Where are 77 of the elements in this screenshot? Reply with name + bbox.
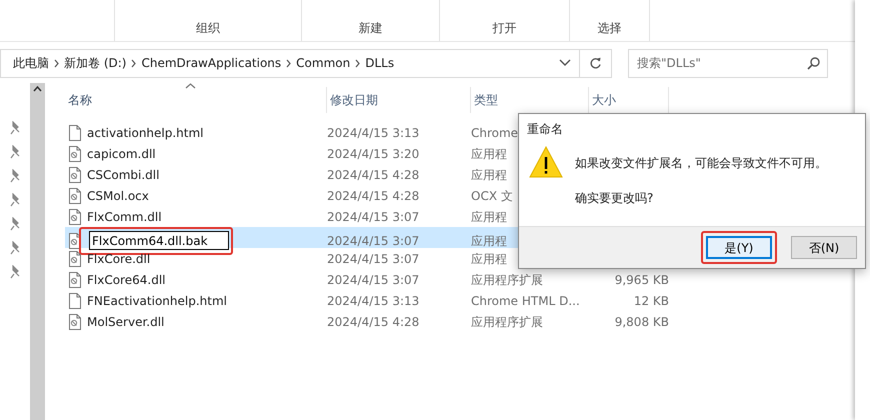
file-type: Chrome bbox=[471, 124, 518, 142]
rename-field[interactable]: FlxComm64.dll.bak bbox=[89, 231, 229, 250]
file-type: OCX 文 bbox=[471, 188, 513, 204]
file-name: FlxComm.dll bbox=[87, 208, 162, 226]
ribbon-group-label: 选择 bbox=[598, 20, 622, 37]
file-name: MolServer.dll bbox=[87, 314, 164, 330]
breadcrumb[interactable]: ChemDrawApplications bbox=[137, 54, 286, 72]
modified-date: 2024/4/15 3:07 bbox=[327, 250, 420, 268]
warning-icon bbox=[529, 146, 563, 178]
pin-icon[interactable] bbox=[10, 265, 20, 281]
pin-icon[interactable] bbox=[10, 145, 20, 161]
pin-icon[interactable] bbox=[10, 121, 20, 137]
column-header[interactable]: 类型 bbox=[474, 91, 498, 109]
file-type: 应用程 bbox=[471, 208, 507, 226]
pin-icon[interactable] bbox=[10, 217, 20, 233]
modified-date: 2024/4/15 3:13 bbox=[327, 292, 420, 310]
pin-icon[interactable] bbox=[10, 241, 20, 257]
modified-date: 2024/4/15 4:28 bbox=[327, 188, 420, 204]
file-size: 9,808 KB bbox=[614, 314, 669, 330]
refresh-button[interactable] bbox=[580, 48, 612, 78]
dialog-title: 重命名 bbox=[527, 122, 563, 136]
modified-date: 2024/4/15 4:28 bbox=[327, 166, 420, 184]
file-name: FlxCore64.dll bbox=[87, 272, 166, 288]
chevron-right-icon bbox=[354, 58, 362, 68]
file-size: 9,965 KB bbox=[614, 272, 669, 288]
pin-icon[interactable] bbox=[10, 193, 20, 209]
pin-icon[interactable] bbox=[10, 169, 20, 185]
file-row[interactable]: FlxComm.dll 2024/4/15 3:07 应用程 bbox=[65, 206, 845, 227]
dialog-message: 如果改变文件扩展名，可能会导致文件不可用。 bbox=[575, 155, 827, 172]
document-icon bbox=[68, 124, 82, 140]
refresh-icon bbox=[589, 56, 602, 70]
dropdown-icon[interactable] bbox=[559, 59, 571, 67]
document-icon bbox=[68, 292, 82, 308]
modified-date: 2024/4/15 4:28 bbox=[327, 314, 420, 330]
file-name: capicom.dll bbox=[87, 146, 156, 162]
breadcrumb[interactable]: 新加卷 (D:) bbox=[60, 54, 130, 72]
breadcrumb[interactable]: Common bbox=[292, 54, 354, 72]
chevron-right-icon bbox=[130, 58, 138, 68]
modified-date: 2024/4/15 3:07 bbox=[327, 208, 420, 226]
chevron-right-icon bbox=[285, 58, 292, 68]
modified-date: 2024/4/15 3:13 bbox=[327, 124, 420, 142]
file-type: 应用程 bbox=[471, 250, 507, 268]
file-name: FlxCore.dll bbox=[87, 250, 150, 268]
file-type: 应用程序扩展 bbox=[471, 272, 543, 288]
modified-date: 2024/4/15 3:07 bbox=[327, 233, 420, 250]
ribbon-group-label: 打开 bbox=[492, 20, 516, 37]
file-type: Chrome HTML D... bbox=[471, 292, 580, 310]
file-type: 应用程 bbox=[471, 146, 507, 162]
breadcrumb[interactable]: 此电脑 bbox=[9, 54, 53, 72]
file-type: 应用程 bbox=[471, 166, 507, 184]
ribbon-group-label: 新建 bbox=[358, 20, 382, 37]
file-row[interactable]: MolServer.dll 2024/4/15 4:28 应用程序扩展 9,808 KB bbox=[65, 311, 845, 332]
column-header[interactable]: 大小 bbox=[592, 91, 616, 109]
ribbon-group-label: 组织 bbox=[196, 20, 220, 37]
dialog-button[interactable]: 是(Y) bbox=[706, 236, 772, 259]
file-name: CSCombi.dll bbox=[87, 166, 160, 184]
sort-ascending-icon bbox=[185, 83, 196, 89]
file-type: 应用程 bbox=[471, 233, 507, 250]
modified-date: 2024/4/15 3:20 bbox=[327, 146, 420, 162]
file-name: FNEactivationhelp.html bbox=[87, 292, 227, 310]
file-name: CSMol.ocx bbox=[87, 188, 149, 204]
file-size: 12 KB bbox=[632, 292, 669, 310]
modified-date: 2024/4/15 3:07 bbox=[327, 272, 420, 288]
column-header[interactable]: 修改日期 bbox=[330, 91, 378, 109]
scrollbar[interactable] bbox=[30, 83, 45, 420]
search-icon bbox=[807, 56, 820, 70]
search-field[interactable]: 搜索"DLLs" bbox=[628, 48, 828, 78]
file-row[interactable]: FNEactivationhelp.html 2024/4/15 3:13 Chrome HTML D... 12 KB bbox=[65, 290, 845, 311]
breadcrumb[interactable]: DLLs bbox=[361, 54, 398, 72]
address-bar[interactable]: 此电脑 新加卷 (D:) ChemDrawApplications Common DLLs bbox=[0, 48, 580, 78]
column-header[interactable]: 名称 bbox=[68, 91, 92, 109]
chevron-right-icon bbox=[53, 58, 60, 68]
dialog-question: 确实要更改吗? bbox=[575, 190, 654, 207]
file-row[interactable]: FlxCore64.dll 2024/4/15 3:07 应用程序扩展 9,965 KB bbox=[65, 269, 845, 290]
dialog-button[interactable]: 否(N) bbox=[791, 236, 857, 259]
file-name: activationhelp.html bbox=[87, 124, 204, 142]
file-type: 应用程序扩展 bbox=[471, 314, 543, 330]
